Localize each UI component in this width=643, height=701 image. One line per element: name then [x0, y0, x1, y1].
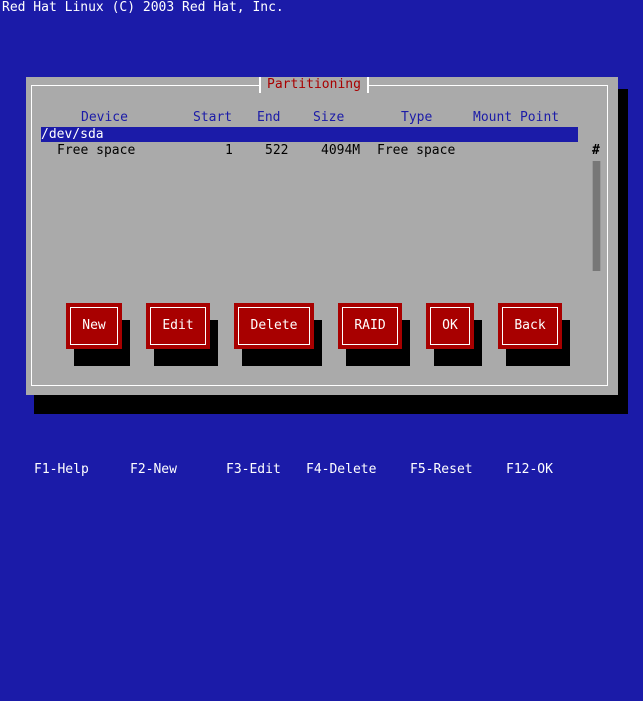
raid-button[interactable]: RAID — [338, 303, 402, 349]
column-header-mount-point: Mount Point — [473, 110, 560, 125]
row-type: Free space — [377, 143, 456, 158]
edit-button[interactable]: Edit — [146, 303, 210, 349]
delete-button-label: Delete — [238, 307, 310, 345]
table-row[interactable]: Free space 1 522 4094M Free space — [41, 143, 578, 158]
row-end: 522 — [265, 143, 289, 158]
edit-button-label: Edit — [150, 307, 206, 345]
ok-button[interactable]: OK — [426, 303, 474, 349]
ok-button-label: OK — [430, 307, 470, 345]
row-start: 1 — [225, 143, 233, 158]
row-device: Free space — [57, 143, 136, 158]
raid-button-label: RAID — [342, 307, 398, 345]
back-button-label: Back — [502, 307, 558, 345]
function-key-bar: F1-Help F2-New F3-Edit F4-Delete F5-Rese… — [0, 462, 643, 481]
scroll-position-marker: # — [592, 143, 600, 158]
row-device: /dev/sda — [41, 127, 104, 142]
new-button-label: New — [70, 307, 118, 345]
column-header-start: Start — [193, 110, 233, 125]
f5-reset-hint: F5-Reset — [410, 462, 473, 477]
back-button[interactable]: Back — [498, 303, 562, 349]
delete-button[interactable]: Delete — [234, 303, 314, 349]
f12-ok-hint: F12-OK — [506, 462, 553, 477]
table-row-selected[interactable]: /dev/sda — [41, 127, 578, 142]
row-size: 4094M — [321, 143, 361, 158]
top-banner: Red Hat Linux (C) 2003 Red Hat, Inc. — [2, 0, 284, 15]
column-header-device: Device — [81, 110, 128, 125]
column-header-end: End — [257, 110, 281, 125]
dialog-title: Partitioning — [259, 77, 369, 93]
column-header-size: Size — [313, 110, 345, 125]
f4-delete-hint: F4-Delete — [306, 462, 377, 477]
partitioning-dialog: Partitioning Device Start End Size Type … — [26, 77, 618, 395]
f1-help-hint: F1-Help — [34, 462, 89, 477]
f3-edit-hint: F3-Edit — [226, 462, 281, 477]
scrollbar[interactable] — [592, 161, 601, 271]
column-header-type: Type — [401, 110, 433, 125]
f2-new-hint: F2-New — [130, 462, 177, 477]
new-button[interactable]: New — [66, 303, 122, 349]
